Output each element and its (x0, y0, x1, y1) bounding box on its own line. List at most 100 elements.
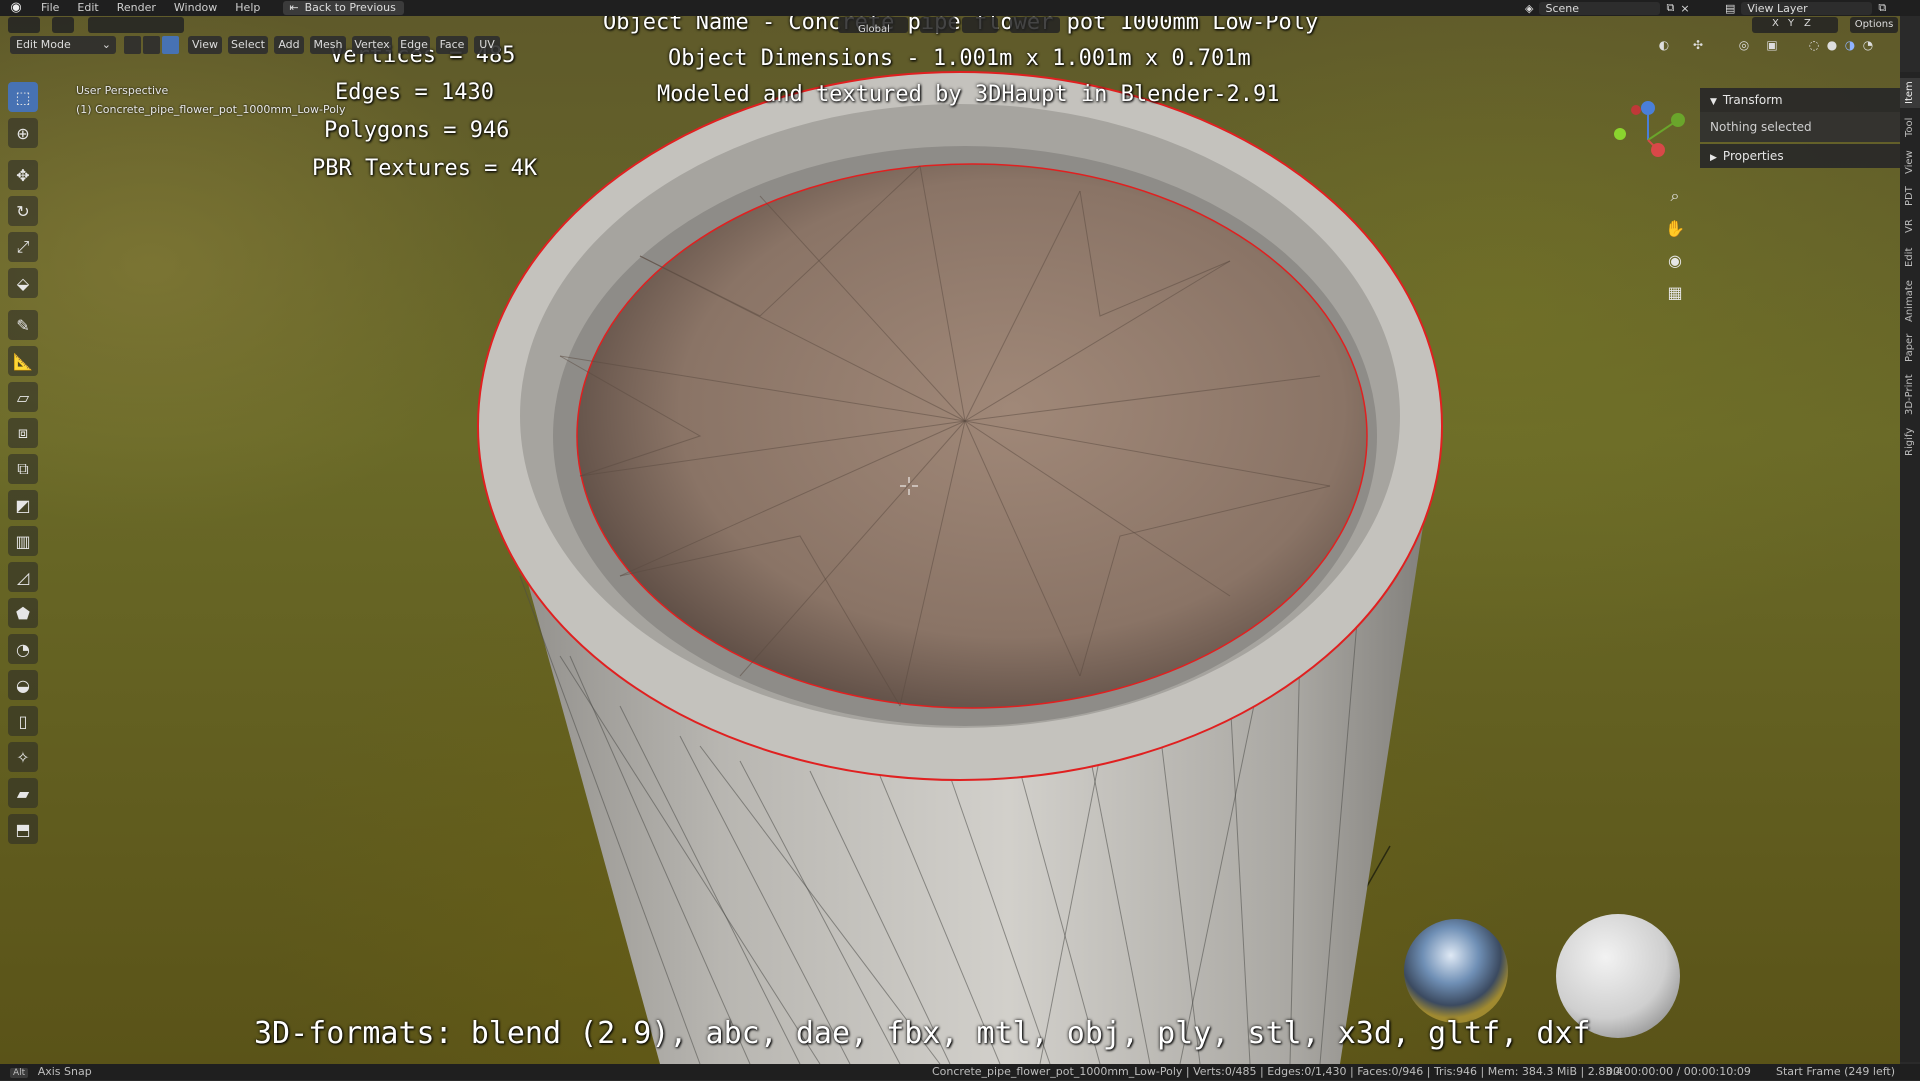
start-frame-info: Start Frame (249 left) (1776, 1065, 1896, 1078)
vertex-menu[interactable]: Vertex (352, 36, 392, 54)
options-dropdown[interactable]: Options (1850, 17, 1898, 33)
menu-window[interactable]: Window (165, 0, 226, 16)
blender-logo-icon[interactable]: ◉ (8, 0, 24, 16)
3d-viewport[interactable]: Global X Y Z Options Edit Mode ⌄ View Se… (0, 16, 1900, 1064)
annotate-tool-icon[interactable]: ✎ (8, 310, 38, 340)
scene-icon: ◈ (1525, 1, 1534, 15)
transform-header-label: Transform (1722, 93, 1783, 107)
scale-tool-icon[interactable]: ⤢ (8, 232, 38, 262)
edge-select-mode-icon[interactable] (143, 36, 160, 54)
bevel-tool-icon[interactable]: ◩ (8, 490, 38, 520)
view-layer-icon: ▤ (1725, 1, 1736, 15)
shading-solid-icon[interactable]: ● (1824, 37, 1840, 53)
chevron-right-icon: ▶ (1710, 153, 1717, 163)
scene-new-icon[interactable]: ⧉ (1666, 1, 1674, 15)
mesh-menu[interactable]: Mesh (310, 36, 346, 54)
add-cube-tool-icon[interactable]: ▱ (8, 382, 38, 412)
move-tool-icon[interactable]: ✥ (8, 160, 38, 190)
transform-orientation-dropdown[interactable]: Global (838, 17, 908, 35)
pivot-point-dropdown[interactable] (920, 17, 956, 33)
rip-region-tool-icon[interactable]: ⬒ (8, 814, 38, 844)
spin-tool-icon[interactable]: ◔ (8, 634, 38, 664)
gizmo-z-axis-icon[interactable] (1641, 101, 1655, 115)
tab-view[interactable]: View (1900, 146, 1920, 178)
gizmo-toggle-icon[interactable]: ✣ (1690, 37, 1706, 53)
credit-text: Modeled and textured by 3DHaupt in Blend… (657, 82, 1280, 107)
select-menu[interactable]: Select (228, 36, 268, 54)
smooth-tool-icon[interactable]: ◒ (8, 670, 38, 700)
face-select-mode-icon[interactable] (162, 36, 179, 54)
visibility-icon[interactable]: ◐ (1656, 37, 1672, 53)
xray-icon[interactable]: ▣ (1764, 37, 1780, 53)
axis-x-label[interactable]: X (1772, 18, 1779, 29)
back-to-previous-button[interactable]: ⇤ Back to Previous (283, 1, 404, 15)
selection-mode-buttons[interactable] (88, 17, 184, 33)
scene-selector[interactable]: ◈ Scene ⧉ × (1525, 0, 1690, 16)
polygons-count: Polygons = 946 (324, 118, 510, 143)
menu-edit[interactable]: Edit (68, 0, 107, 16)
rotate-tool-icon[interactable]: ↻ (8, 196, 38, 226)
select-box-tool-icon[interactable]: ⬚ (8, 82, 38, 112)
tab-3d-print[interactable]: 3D-Print (1900, 370, 1920, 420)
shrink-fatten-tool-icon[interactable]: ✧ (8, 742, 38, 772)
transform-panel-header[interactable]: ▼ Transform (1700, 88, 1900, 112)
shear-tool-icon[interactable]: ▰ (8, 778, 38, 808)
gizmo-neg-y-axis-icon[interactable] (1614, 128, 1626, 140)
gizmo-x-axis-icon[interactable] (1651, 143, 1665, 157)
snap-dropdown[interactable] (962, 17, 998, 33)
overlays-icon[interactable]: ◎ (1736, 37, 1752, 53)
transform-tool-icon[interactable]: ⬙ (8, 268, 38, 298)
extrude-tool-icon[interactable]: ⧈ (8, 418, 38, 448)
add-menu[interactable]: Add (274, 36, 304, 54)
perspective-toggle-icon[interactable]: ▦ (1660, 278, 1690, 306)
gizmo-y-axis-icon[interactable] (1671, 113, 1685, 127)
tab-item[interactable]: Item (1900, 78, 1920, 108)
tab-edit[interactable]: Edit (1900, 242, 1920, 272)
axis-z-label[interactable]: Z (1804, 18, 1811, 29)
proportional-edit-dropdown[interactable] (1010, 17, 1060, 33)
poly-build-tool-icon[interactable]: ⬟ (8, 598, 38, 628)
loop-cut-tool-icon[interactable]: ▥ (8, 526, 38, 556)
uv-menu[interactable]: UV (474, 36, 500, 54)
zoom-icon[interactable]: ⌕ (1660, 182, 1690, 210)
tab-animate[interactable]: Animate (1900, 276, 1920, 326)
menu-file[interactable]: File (32, 0, 68, 16)
camera-view-icon[interactable]: ◉ (1660, 246, 1690, 274)
tab-pdt[interactable]: PDT (1900, 182, 1920, 210)
face-menu[interactable]: Face (436, 36, 468, 54)
scene-name-field[interactable]: Scene (1539, 1, 1661, 15)
tab-rigify[interactable]: Rigify (1900, 424, 1920, 460)
shading-material-icon[interactable]: ◑ (1842, 37, 1858, 53)
view-layer-selector[interactable]: ▤ View Layer ⧉ (1725, 0, 1886, 16)
tab-paper[interactable]: Paper (1900, 330, 1920, 366)
editor-type-icon[interactable] (8, 17, 40, 33)
tool-settings-row: Global X Y Z Options (0, 16, 1900, 35)
axis-y-label[interactable]: Y (1788, 18, 1794, 29)
cursor-tool-icon[interactable]: ⊕ (8, 118, 38, 148)
shading-wireframe-icon[interactable]: ◌ (1806, 37, 1822, 53)
tab-vr[interactable]: VR (1900, 214, 1920, 238)
inset-tool-icon[interactable]: ⧉ (8, 454, 38, 484)
view-layer-name-field[interactable]: View Layer (1741, 1, 1873, 15)
mode-dropdown[interactable]: Edit Mode ⌄ (10, 36, 116, 54)
edge-menu[interactable]: Edge (398, 36, 430, 54)
menu-render[interactable]: Render (108, 0, 165, 16)
edge-slide-tool-icon[interactable]: ▯ (8, 706, 38, 736)
pan-hand-icon[interactable]: ✋ (1660, 214, 1690, 242)
axis-mirror-buttons[interactable]: X Y Z (1752, 17, 1838, 33)
navigation-gizmo[interactable] (1608, 100, 1688, 180)
tab-tool[interactable]: Tool (1900, 112, 1920, 142)
measure-tool-icon[interactable]: 📐 (8, 346, 38, 376)
playback-time: 00:00:00:00 / 00:00:10:09 (1606, 1065, 1751, 1078)
menu-help[interactable]: Help (226, 0, 269, 16)
scene-close-icon[interactable]: × (1680, 2, 1689, 15)
viewport-object-label: (1) Concrete_pipe_flower_pot_1000mm_Low-… (76, 103, 346, 116)
view-menu[interactable]: View (188, 36, 222, 54)
properties-panel-header[interactable]: ▶ Properties (1700, 144, 1900, 168)
knife-tool-icon[interactable]: ◿ (8, 562, 38, 592)
shading-rendered-icon[interactable]: ◔ (1860, 37, 1876, 53)
gizmo-neg-x-axis-icon[interactable] (1631, 105, 1641, 115)
vertex-select-mode-icon[interactable] (124, 36, 141, 54)
view-layer-new-icon[interactable]: ⧉ (1878, 1, 1886, 15)
select-tool-icon[interactable] (52, 17, 74, 33)
